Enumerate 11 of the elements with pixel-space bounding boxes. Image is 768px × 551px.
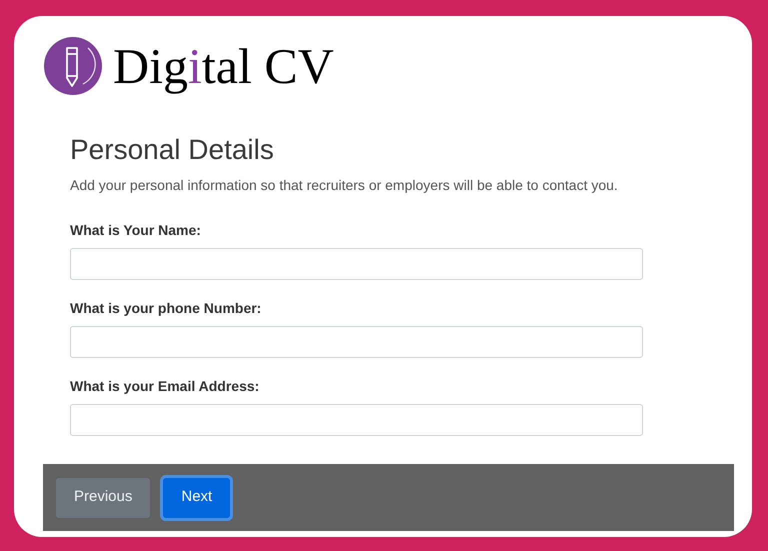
input-field[interactable]	[70, 404, 643, 436]
pencil-logo-icon	[43, 36, 103, 96]
input-field[interactable]	[70, 248, 643, 280]
next-button[interactable]: Next	[163, 478, 230, 518]
page-heading: Personal Details	[70, 133, 275, 167]
field-label: What is your phone Number:	[70, 299, 262, 318]
description-text: Add your personal information so that recruiters or employers will be able to contact you.	[70, 176, 619, 195]
input-field[interactable]	[70, 326, 643, 358]
field-label: What is your Email Address:	[70, 377, 260, 396]
previous-button[interactable]: Previous	[56, 478, 150, 518]
field-label: What is Your Name:	[70, 221, 202, 240]
